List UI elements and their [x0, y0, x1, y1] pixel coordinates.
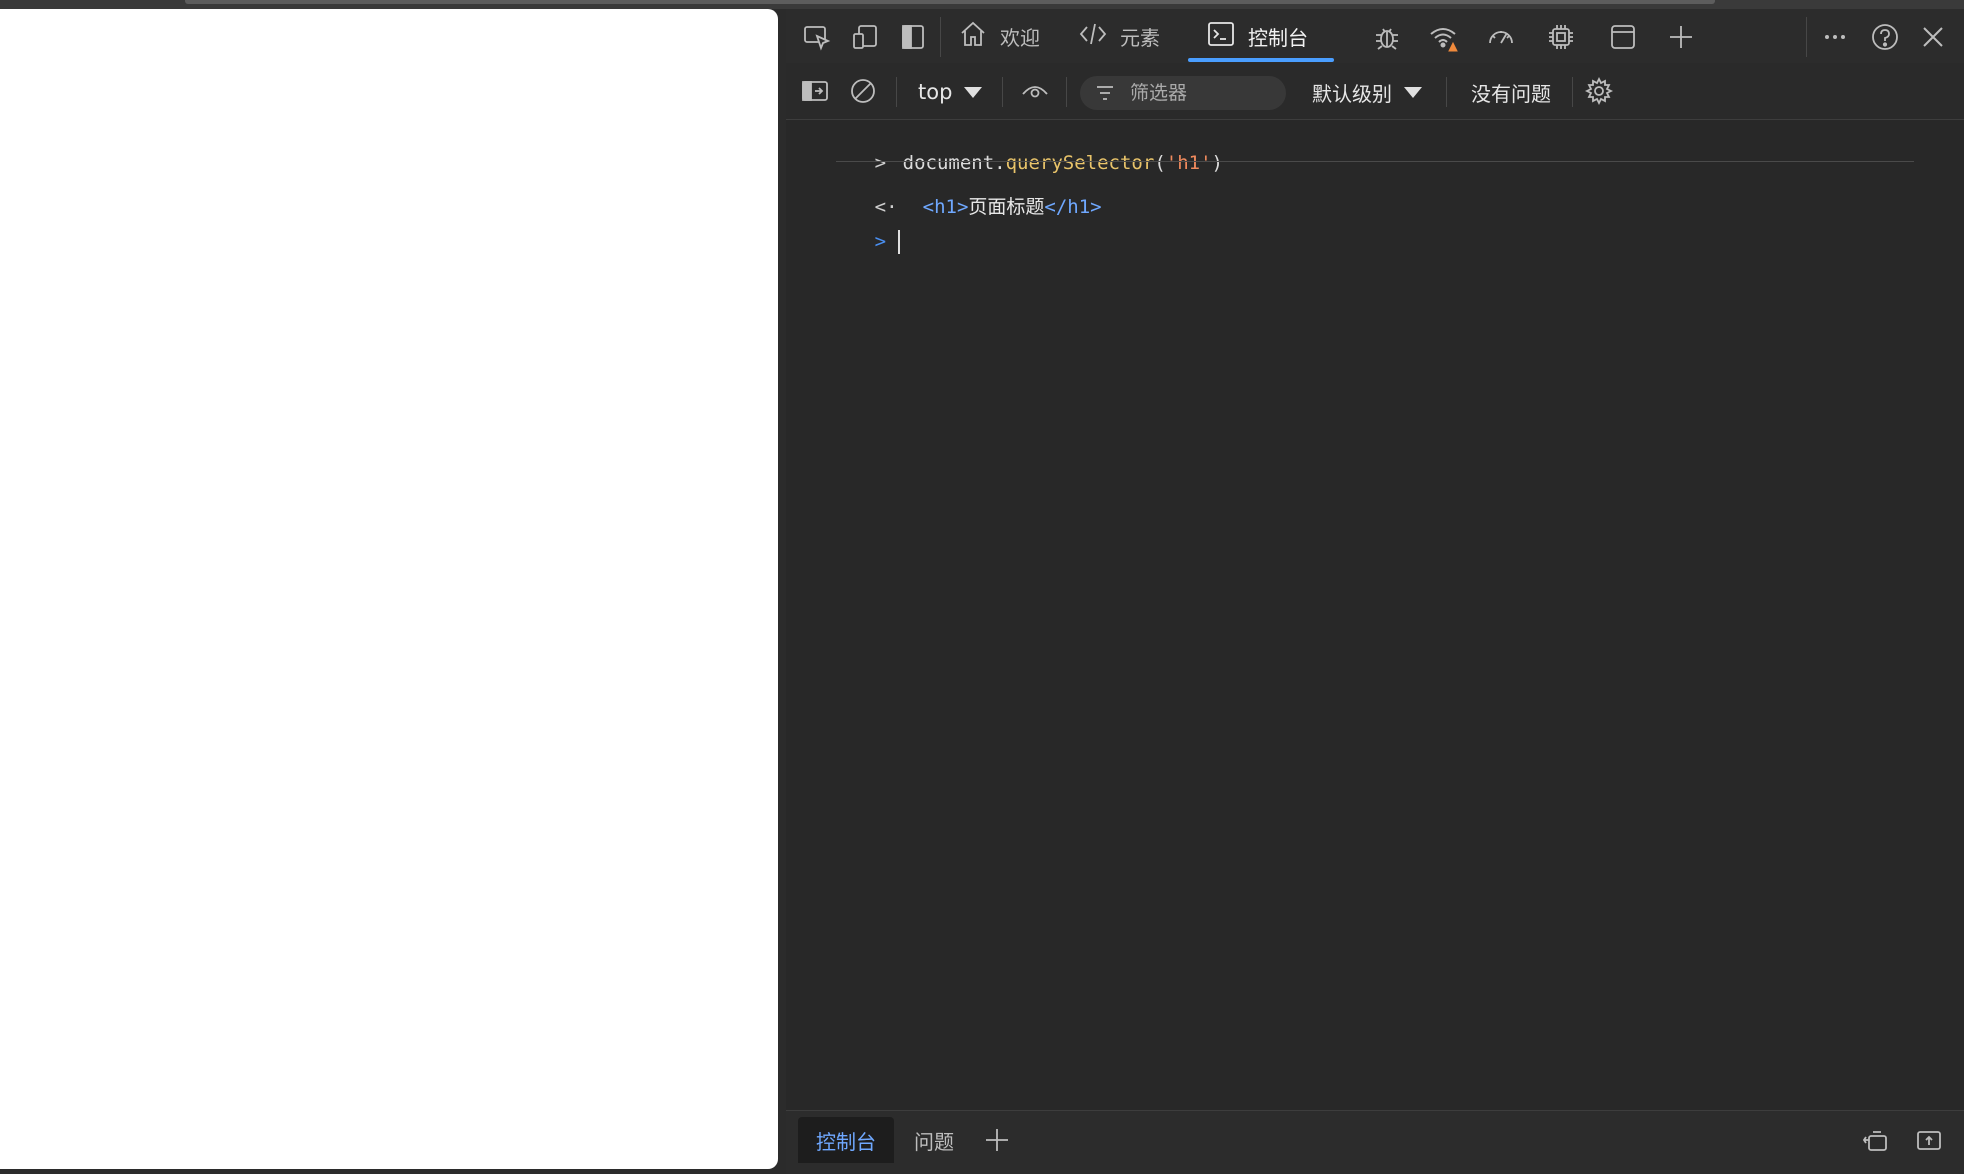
performance-gauge-icon[interactable]: [1482, 18, 1520, 56]
tab-welcome-label: 欢迎: [1000, 25, 1040, 50]
result-open-tag: <h1>: [922, 196, 969, 218]
add-tool-plus-icon[interactable]: [1662, 18, 1700, 56]
page-viewport[interactable]: [0, 9, 778, 1169]
tabbar-separator: [940, 17, 941, 57]
tabbar-separator-right: [1806, 17, 1807, 57]
console-prompt[interactable]: >: [806, 208, 901, 276]
network-wifi-icon[interactable]: [1424, 18, 1462, 56]
log-level-selector[interactable]: 默认级别: [1312, 77, 1422, 107]
more-options-icon[interactable]: [1816, 18, 1854, 56]
console-icon: [1206, 19, 1236, 54]
dock-side-icon[interactable]: [894, 18, 932, 56]
help-icon[interactable]: [1866, 18, 1904, 56]
window-top-strip: [0, 0, 1964, 9]
input-argument: 'h1': [1165, 152, 1212, 174]
console-output[interactable]: > document.querySelector('h1') <· <h1>页面标题…: [786, 120, 1964, 1110]
devtools-tabbar: 欢迎 元素 控制台: [786, 9, 1964, 63]
context-chevron-down-icon: [964, 86, 983, 98]
text-cursor: [898, 230, 901, 254]
console-settings-gear-icon[interactable]: [1580, 72, 1618, 110]
drawer-tab-console-label: 控制台: [816, 1129, 876, 1154]
application-panel-icon[interactable]: [1604, 18, 1642, 56]
tab-console[interactable]: 控制台: [1206, 9, 1308, 63]
close-devtools-icon[interactable]: [1914, 18, 1952, 56]
code-icon: [1078, 19, 1108, 54]
toolbar-separator: [1066, 77, 1067, 107]
drawer-add-tab-plus-icon[interactable]: [980, 1123, 1014, 1157]
active-tab-indicator: [1188, 58, 1334, 62]
console-toolbar: top 默认级别 没有问题: [786, 63, 1964, 120]
entry-divider: [836, 161, 1914, 162]
toolbar-separator: [1446, 77, 1447, 107]
log-level-label: 默认级别: [1312, 81, 1392, 106]
tab-elements[interactable]: 元素: [1078, 9, 1160, 63]
show-sidebar-icon[interactable]: [796, 72, 834, 110]
input-paren-open: (: [1154, 152, 1166, 174]
toolbar-separator: [1002, 77, 1003, 107]
log-level-chevron-down-icon: [1404, 86, 1422, 98]
home-icon: [958, 19, 988, 54]
tab-console-label: 控制台: [1248, 25, 1308, 50]
undock-drawer-icon[interactable]: [1858, 1123, 1892, 1157]
memory-chip-icon[interactable]: [1542, 18, 1580, 56]
context-selector[interactable]: top: [918, 77, 983, 107]
filter-icon: [1097, 86, 1113, 100]
tab-welcome[interactable]: 欢迎: [958, 9, 1040, 63]
issues-counter[interactable]: 没有问题: [1471, 77, 1551, 107]
live-expression-eye-icon[interactable]: [1016, 72, 1054, 110]
context-label: top: [918, 80, 953, 104]
top-scrollbar[interactable]: [185, 0, 1715, 4]
devtools-panel: 欢迎 元素 控制台 top 筛选器 默认级别 没有问题 > document.q…: [786, 9, 1964, 1174]
inspect-element-icon[interactable]: [798, 18, 836, 56]
toolbar-separator: [896, 77, 897, 107]
prompt-chevron-icon: >: [874, 230, 887, 253]
filter-input[interactable]: [1128, 81, 1282, 105]
tab-elements-label: 元素: [1120, 25, 1160, 50]
issues-label: 没有问题: [1471, 81, 1551, 106]
result-close-tag: </h1>: [1044, 196, 1102, 218]
input-paren-close: ): [1211, 152, 1223, 174]
filter-box[interactable]: [1080, 76, 1286, 110]
toolbar-separator: [1572, 77, 1573, 107]
drawer-tab-console[interactable]: 控制台: [798, 1117, 894, 1163]
drawer-tab-issues-label: 问题: [914, 1129, 954, 1154]
clear-console-icon[interactable]: [844, 72, 882, 110]
drawer-tab-issues[interactable]: 问题: [894, 1117, 974, 1163]
result-text: 页面标题: [968, 196, 1045, 218]
sources-bug-icon[interactable]: [1368, 18, 1406, 56]
bottom-drawer: 控制台 问题: [786, 1110, 1964, 1174]
device-emulation-icon[interactable]: [846, 18, 884, 56]
dock-drawer-icon[interactable]: [1912, 1123, 1946, 1157]
